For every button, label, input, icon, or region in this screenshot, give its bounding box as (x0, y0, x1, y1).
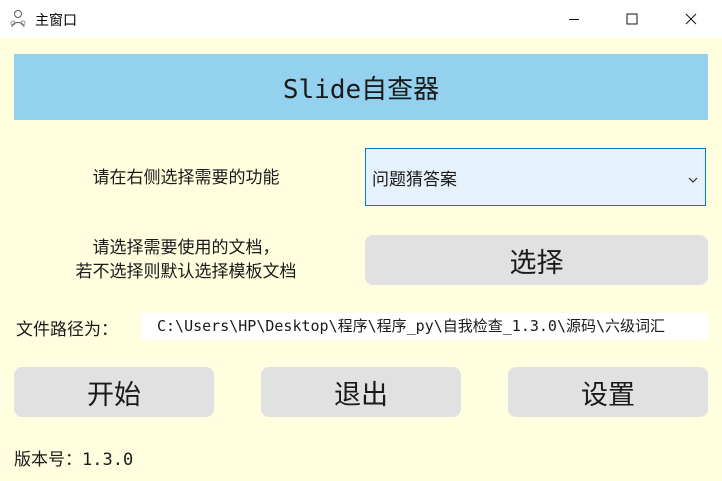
minimize-icon (568, 10, 580, 29)
version-number: 1.3.0 (82, 450, 134, 470)
document-label-line2: 若不选择则默认选择模板文档 (75, 262, 297, 282)
file-path-field[interactable]: C:\Users\HP\Desktop\程序\程序_py\自我检查_1.3.0\… (141, 313, 708, 340)
window-title: 主窗口 (35, 13, 77, 29)
minimize-button[interactable] (551, 0, 597, 38)
version-info: 版本号：1.3.0 (14, 445, 133, 470)
app-icon (9, 9, 27, 29)
version-label: 版本号： (14, 450, 82, 470)
close-button[interactable] (668, 0, 714, 38)
app-banner-title: Slide自查器 (14, 54, 708, 120)
document-label-line1: 请选择需要使用的文档， (92, 238, 280, 258)
start-button[interactable]: 开始 (14, 367, 214, 417)
file-path-label: 文件路径为： (16, 320, 118, 340)
function-select-label: 请在右侧选择需要的功能 (92, 168, 280, 188)
main-window: 主窗口 Slide自查器 请在右侧选择需要的功能 问题猜答案 请选择需要使用的文… (0, 0, 722, 481)
close-icon (685, 10, 697, 29)
maximize-button[interactable] (609, 0, 655, 38)
choose-file-button[interactable]: 选择 (365, 235, 708, 285)
document-label: 请选择需要使用的文档， 若不选择则默认选择模板文档 (14, 236, 358, 284)
function-select-value: 问题猜答案 (372, 169, 457, 190)
maximize-icon (626, 10, 638, 29)
chevron-down-icon (687, 171, 699, 191)
settings-button[interactable]: 设置 (508, 367, 708, 417)
title-bar[interactable]: 主窗口 (0, 0, 722, 38)
function-select[interactable]: 问题猜答案 (365, 148, 706, 206)
exit-button[interactable]: 退出 (261, 367, 461, 417)
